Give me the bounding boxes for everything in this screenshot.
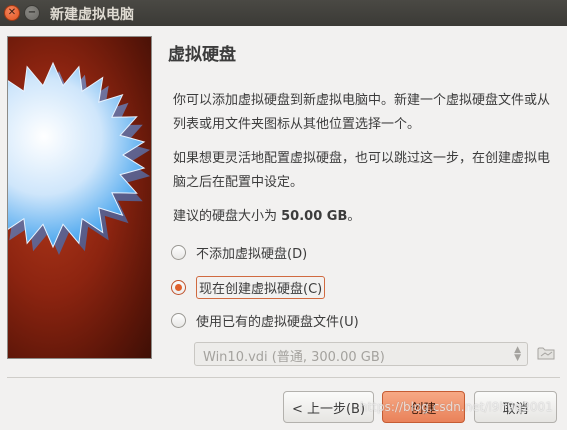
starburst-graphic <box>8 61 151 255</box>
description-text: 你可以添加虚拟硬盘到新虚拟电脑中。新建一个虚拟硬盘文件或从列表或用文件夹图标从其… <box>173 93 551 132</box>
page-heading: 虚拟硬盘 <box>168 45 236 65</box>
radio-button-no-disk[interactable] <box>171 245 186 260</box>
recommended-size-value: 50.00 GB <box>281 209 348 224</box>
back-button[interactable]: < 上一步(B) <box>283 391 374 423</box>
existing-disk-select[interactable]: Win10.vdi (普通, 300.00 GB) ▲ ▼ <box>194 342 528 366</box>
dialog-window: ✕ − 新建虚拟电脑 虚拟硬盘 你可以添加虚拟硬盘到新虚拟电脑中。新建一个虚拟硬… <box>0 0 567 430</box>
folder-icon[interactable] <box>536 343 556 363</box>
skip-hint-text: 如果想更灵活地配置虚拟硬盘，也可以跳过这一步，在创建虚拟电脑之后在配置中设定。 <box>173 151 551 190</box>
create-button[interactable]: 创建 <box>382 391 465 423</box>
radio-no-disk[interactable]: 不添加虚拟硬盘(D) <box>171 243 307 262</box>
radio-button-existing-disk[interactable] <box>171 313 186 328</box>
button-separator <box>7 377 560 378</box>
radio-create-disk[interactable]: 现在创建虚拟硬盘(C) <box>171 276 326 299</box>
recommended-size-text: 建议的硬盘大小为 50.00 GB。 <box>173 205 558 229</box>
cancel-button[interactable]: 取消 <box>474 391 557 423</box>
wizard-side-image <box>7 36 152 359</box>
radio-label-create-disk: 现在创建虚拟硬盘(C) <box>196 276 326 299</box>
radio-button-create-disk[interactable] <box>171 280 186 295</box>
radio-label-no-disk: 不添加虚拟硬盘(D) <box>196 247 308 262</box>
recommended-size-prefix: 建议的硬盘大小为 <box>173 209 282 224</box>
radio-label-existing-disk: 使用已有的虚拟硬盘文件(U) <box>196 315 359 330</box>
existing-disk-select-value: Win10.vdi (普通, 300.00 GB) <box>203 350 385 365</box>
title-bar: ✕ − 新建虚拟电脑 <box>0 0 567 26</box>
chevron-updown-icon: ▲ ▼ <box>514 345 521 363</box>
window-title: 新建虚拟电脑 <box>50 7 134 23</box>
radio-existing-disk[interactable]: 使用已有的虚拟硬盘文件(U) <box>171 311 359 330</box>
minimize-icon[interactable]: − <box>24 5 40 21</box>
recommended-size-suffix: 。 <box>347 209 361 224</box>
close-icon[interactable]: ✕ <box>4 5 20 21</box>
